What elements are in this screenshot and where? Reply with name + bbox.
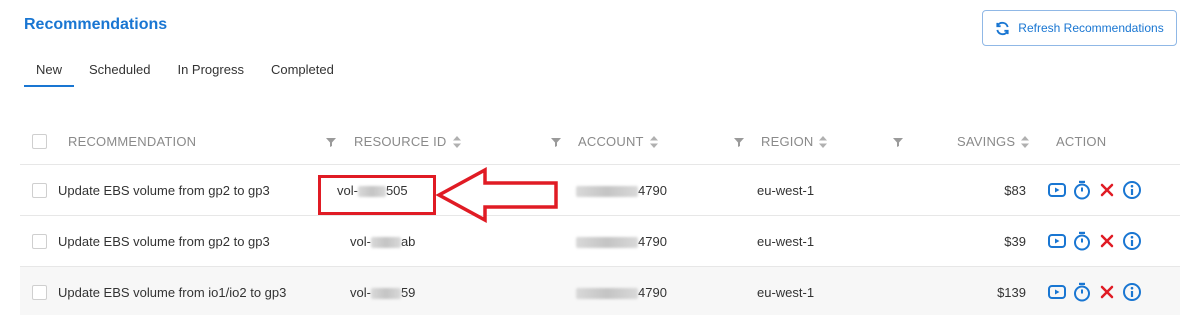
table-row: Update EBS volume from io1/io2 to gp3 vo… [20, 266, 1180, 315]
timer-icon[interactable] [1072, 231, 1092, 251]
account-id: 4790 [576, 234, 667, 249]
row-checkbox[interactable] [32, 233, 47, 249]
redacted-text [370, 236, 401, 248]
header-recommendation: RECOMMENDATION [68, 133, 197, 149]
header-region[interactable]: REGION [761, 134, 828, 149]
account-id: 4790 [576, 285, 667, 300]
page-title: Recommendations [24, 16, 168, 33]
sort-icon [819, 136, 828, 149]
redacted-text [370, 287, 401, 299]
redacted-text [576, 236, 638, 248]
account-id: 4790 [576, 183, 667, 198]
recommendation-text: Update EBS volume from gp2 to gp3 [58, 233, 270, 249]
table-header: RECOMMENDATION RESOURCE ID ACCOUNT REGIO… [20, 118, 1180, 164]
filter-icon[interactable] [734, 137, 744, 147]
select-all-checkbox[interactable] [32, 133, 47, 149]
tab-scheduled[interactable]: Scheduled [89, 62, 150, 89]
info-icon[interactable] [1122, 231, 1142, 251]
table-row: Update EBS volume from gp2 to gp3 vol- 50… [20, 164, 1180, 215]
refresh-button-label: Refresh Recommendations [1018, 21, 1164, 35]
info-icon[interactable] [1122, 282, 1142, 302]
close-icon[interactable] [1097, 180, 1117, 200]
annotation-arrow [436, 167, 558, 223]
sort-icon [649, 136, 658, 149]
refresh-recommendations-button[interactable]: Refresh Recommendations [982, 10, 1177, 46]
timer-icon[interactable] [1072, 282, 1092, 302]
tab-bar: New Scheduled In Progress Completed [24, 62, 361, 89]
redacted-text [576, 287, 638, 299]
recommendation-text: Update EBS volume from gp2 to gp3 [58, 182, 270, 198]
play-icon[interactable] [1047, 282, 1067, 302]
tab-completed[interactable]: Completed [271, 62, 334, 89]
region-text: eu-west-1 [757, 284, 815, 300]
row-actions [1047, 180, 1142, 200]
close-icon[interactable] [1097, 231, 1117, 251]
resource-id[interactable]: vol-ab [350, 234, 415, 249]
row-actions [1047, 282, 1142, 302]
filter-icon[interactable] [551, 137, 561, 147]
row-checkbox[interactable] [32, 284, 47, 300]
active-tab-indicator [24, 85, 74, 87]
resource-id[interactable]: vol- 59 [350, 285, 415, 300]
filter-icon[interactable] [326, 137, 336, 147]
annotation-highlight-box [318, 175, 436, 215]
sort-icon [452, 136, 461, 149]
header-action: ACTION [1056, 133, 1107, 149]
savings-value: $139 [997, 284, 1026, 300]
row-actions [1047, 231, 1142, 251]
region-text: eu-west-1 [757, 233, 815, 249]
play-icon[interactable] [1047, 231, 1067, 251]
filter-icon[interactable] [893, 137, 903, 147]
header-savings[interactable]: SAVINGS [957, 134, 1030, 149]
redacted-text [576, 185, 638, 197]
play-icon[interactable] [1047, 180, 1067, 200]
savings-value: $83 [1004, 182, 1026, 198]
sort-icon [1021, 136, 1030, 149]
header-account[interactable]: ACCOUNT [578, 134, 658, 149]
info-icon[interactable] [1122, 180, 1142, 200]
refresh-icon [996, 21, 1009, 35]
close-icon[interactable] [1097, 282, 1117, 302]
recommendation-text: Update EBS volume from io1/io2 to gp3 [58, 284, 287, 300]
timer-icon[interactable] [1072, 180, 1092, 200]
row-checkbox[interactable] [32, 182, 47, 198]
savings-value: $39 [1004, 233, 1026, 249]
header-resource-id[interactable]: RESOURCE ID [354, 134, 461, 149]
table-row: Update EBS volume from gp2 to gp3 vol-ab… [20, 215, 1180, 266]
recommendations-table: RECOMMENDATION RESOURCE ID ACCOUNT REGIO… [20, 118, 1180, 315]
region-text: eu-west-1 [757, 182, 815, 198]
tab-in-progress[interactable]: In Progress [177, 62, 243, 89]
